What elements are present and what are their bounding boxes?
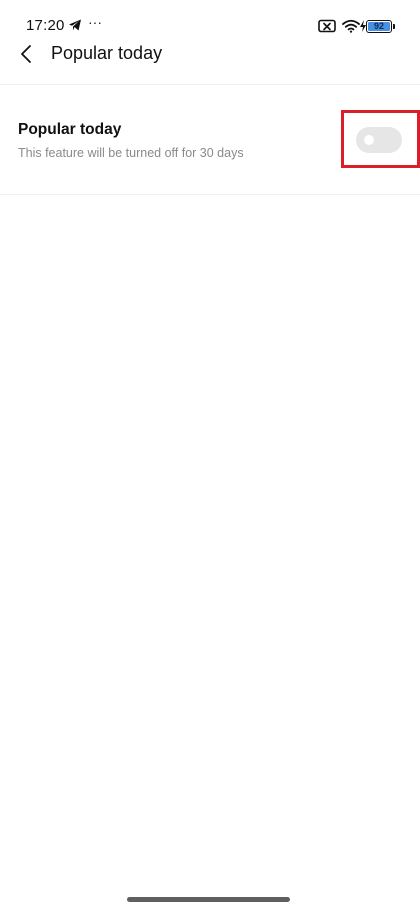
setting-title: Popular today	[18, 121, 122, 138]
status-bar: 17:20 ··· 92	[0, 0, 420, 40]
telegram-send-icon	[69, 19, 81, 31]
popular-today-toggle[interactable]	[356, 127, 402, 153]
battery-icon: 92	[360, 19, 395, 33]
setting-description: This feature will be turned off for 30 d…	[18, 146, 244, 160]
no-sim-icon	[318, 19, 336, 33]
toggle-knob	[364, 135, 374, 145]
header-divider	[0, 84, 420, 85]
charging-icon	[360, 19, 366, 32]
home-indicator[interactable]	[127, 897, 290, 902]
status-icons: 92	[318, 17, 395, 35]
battery-level: 92	[373, 20, 384, 31]
chevron-left-icon	[21, 45, 31, 63]
more-notifications-icon: ···	[88, 14, 102, 30]
page-title: Popular today	[51, 43, 163, 63]
row-divider	[0, 194, 420, 195]
wifi-icon	[342, 19, 360, 33]
status-time: 17:20	[26, 17, 65, 34]
header: Popular today	[0, 40, 420, 86]
back-button[interactable]	[12, 40, 40, 68]
